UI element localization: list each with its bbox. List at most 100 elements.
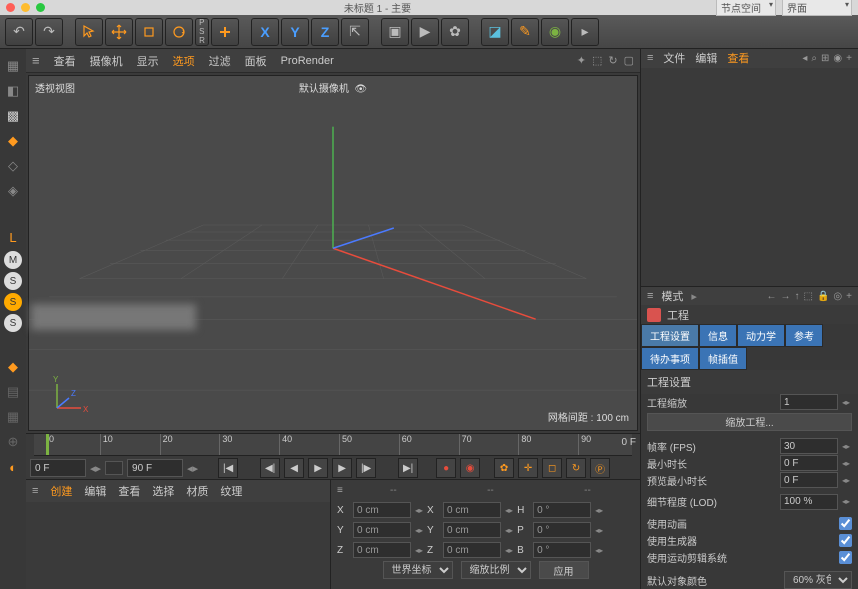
workplane-icon[interactable]: ◐ [2, 456, 24, 478]
lod-input[interactable] [780, 494, 838, 510]
spline-button[interactable]: ✎ [511, 18, 539, 46]
next-frame-button[interactable]: ▶ [332, 458, 352, 478]
mat-view-tab[interactable]: 查看 [118, 483, 140, 499]
orange-diamond-icon[interactable]: ◆ [2, 356, 24, 378]
snap-icon[interactable]: ⊕ [2, 431, 24, 453]
s-orange-icon[interactable]: S [4, 293, 22, 311]
vp-icon-4[interactable]: ▢ [624, 54, 634, 67]
obj-edit-menu[interactable]: 编辑 [695, 50, 717, 66]
coord-burger-icon[interactable]: ≡ [337, 485, 343, 496]
attr-back-icon[interactable]: ← [767, 291, 777, 302]
obj-burger-icon[interactable]: ≡ [647, 52, 653, 64]
floor-icon[interactable]: ▤ [2, 381, 24, 403]
tab-project-settings[interactable]: 工程设置 [641, 324, 699, 347]
tab-info[interactable]: 信息 [699, 324, 737, 347]
coord-system-button[interactable]: ⇱ [341, 18, 369, 46]
obj-view-menu[interactable]: 查看 [727, 50, 749, 66]
tab-dynamics[interactable]: 动力学 [737, 324, 785, 347]
edge-mode-icon[interactable]: ◇ [2, 155, 24, 177]
texture-mode-icon[interactable]: ▩ [2, 105, 24, 127]
fps-input[interactable] [780, 438, 838, 454]
obj-add-icon[interactable]: + [846, 53, 852, 64]
y-axis-toggle[interactable]: Y [281, 18, 309, 46]
play-button[interactable]: ▶ [308, 458, 328, 478]
select-tool[interactable] [75, 18, 103, 46]
vp-icon-2[interactable]: ⬚ [592, 54, 602, 67]
scale-project-button[interactable]: 缩放工程... [647, 413, 852, 431]
next-key-button[interactable]: |▶ [356, 458, 376, 478]
pos-y-input[interactable] [353, 522, 411, 538]
mat-texture-tab[interactable]: 纹理 [220, 483, 242, 499]
render-settings-button[interactable]: ✿ [441, 18, 469, 46]
attr-fwd-icon[interactable]: → [781, 291, 791, 302]
use-motion-checkbox[interactable] [839, 551, 852, 564]
move-tool[interactable] [105, 18, 133, 46]
viewport-menu-icon[interactable]: ≡ [32, 53, 40, 68]
polygon-mode-icon[interactable]: ◈ [2, 180, 24, 202]
attr-target-icon[interactable]: ◎ [833, 291, 842, 302]
obj-filter-icon[interactable]: ⊞ [821, 53, 829, 64]
attr-new-icon[interactable]: + [846, 291, 852, 302]
pos-x-input[interactable] [353, 502, 411, 518]
display-menu[interactable]: 显示 [137, 53, 159, 69]
point-mode-icon[interactable]: ◆ [2, 130, 24, 152]
use-gen-checkbox[interactable] [839, 534, 852, 547]
panel-menu[interactable]: 面板 [245, 53, 267, 69]
camera-menu[interactable]: 摄像机 [90, 53, 123, 69]
add-tool[interactable] [211, 18, 239, 46]
interface-dropdown[interactable]: 界面 [782, 0, 852, 16]
perspective-viewport[interactable]: 透视视图 默认摄像机 👁 [28, 75, 638, 431]
options-menu[interactable]: 选项 [173, 53, 195, 69]
view-menu[interactable]: 查看 [54, 53, 76, 69]
psr-toggle[interactable]: PSR [195, 18, 209, 46]
obj-file-menu[interactable]: 文件 [663, 50, 685, 66]
key-rotate-button[interactable]: ↻ [566, 458, 586, 478]
mat-select-tab[interactable]: 选择 [152, 483, 174, 499]
minimize-window-button[interactable] [21, 3, 30, 12]
cube-primitive-button[interactable]: ◪ [481, 18, 509, 46]
more-tools-button[interactable]: ▸ [571, 18, 599, 46]
tab-reference[interactable]: 参考 [785, 324, 823, 347]
m-circle-icon[interactable]: M [4, 251, 22, 269]
goto-start-button[interactable]: |◀ [218, 458, 238, 478]
z-axis-toggle[interactable]: Z [311, 18, 339, 46]
filter-menu[interactable]: 过滤 [209, 53, 231, 69]
default-color-select[interactable]: 60% 灰色 [784, 571, 852, 589]
scale-mode-select[interactable]: 缩放比例 [461, 561, 531, 579]
tab-todo[interactable]: 待办事项 [641, 347, 699, 370]
apply-button[interactable]: 应用 [539, 561, 589, 579]
mode-label[interactable]: 模式 [661, 288, 683, 304]
redo-button[interactable]: ↷ [35, 18, 63, 46]
generator-button[interactable]: ◉ [541, 18, 569, 46]
obj-search-icon[interactable]: ⌕ [811, 53, 817, 64]
key-move-button[interactable]: ✛ [518, 458, 538, 478]
obj-nav-prev-icon[interactable]: ◂ [802, 53, 807, 64]
prorender-menu[interactable]: ProRender [281, 55, 334, 67]
render-button[interactable]: ▶ [411, 18, 439, 46]
project-scale-input[interactable] [780, 394, 838, 410]
pos-z-input[interactable] [353, 542, 411, 558]
timeline-ruler[interactable]: 0 10 20 30 40 50 60 70 80 90 0 F [34, 434, 632, 456]
size-y-input[interactable] [443, 522, 501, 538]
object-manager-panel[interactable] [641, 68, 858, 287]
key-param-button[interactable]: Ⓟ [590, 458, 610, 478]
prev-key-button[interactable]: ◀| [260, 458, 280, 478]
obj-eye-icon[interactable]: ◉ [833, 53, 842, 64]
rot-p-input[interactable] [533, 522, 591, 538]
model-mode-icon[interactable]: ▦ [2, 55, 24, 77]
scale-tool[interactable] [135, 18, 163, 46]
render-view-button[interactable]: ▣ [381, 18, 409, 46]
size-x-input[interactable] [443, 502, 501, 518]
attr-lock-icon[interactable]: ⬚ [804, 291, 813, 302]
vp-icon-3[interactable]: ↻ [608, 54, 617, 67]
s2-circle-icon[interactable]: S [4, 314, 22, 332]
mat-material-tab[interactable]: 材质 [186, 483, 208, 499]
coord-space-select[interactable]: 世界坐标 [383, 561, 453, 579]
min-duration-input[interactable] [780, 455, 838, 471]
goto-end-button[interactable]: ▶| [398, 458, 418, 478]
end-frame-input[interactable] [127, 459, 183, 477]
start-frame-input[interactable] [30, 459, 86, 477]
object-mode-icon[interactable]: ◧ [2, 80, 24, 102]
playhead[interactable] [46, 434, 49, 455]
close-window-button[interactable] [6, 3, 15, 12]
